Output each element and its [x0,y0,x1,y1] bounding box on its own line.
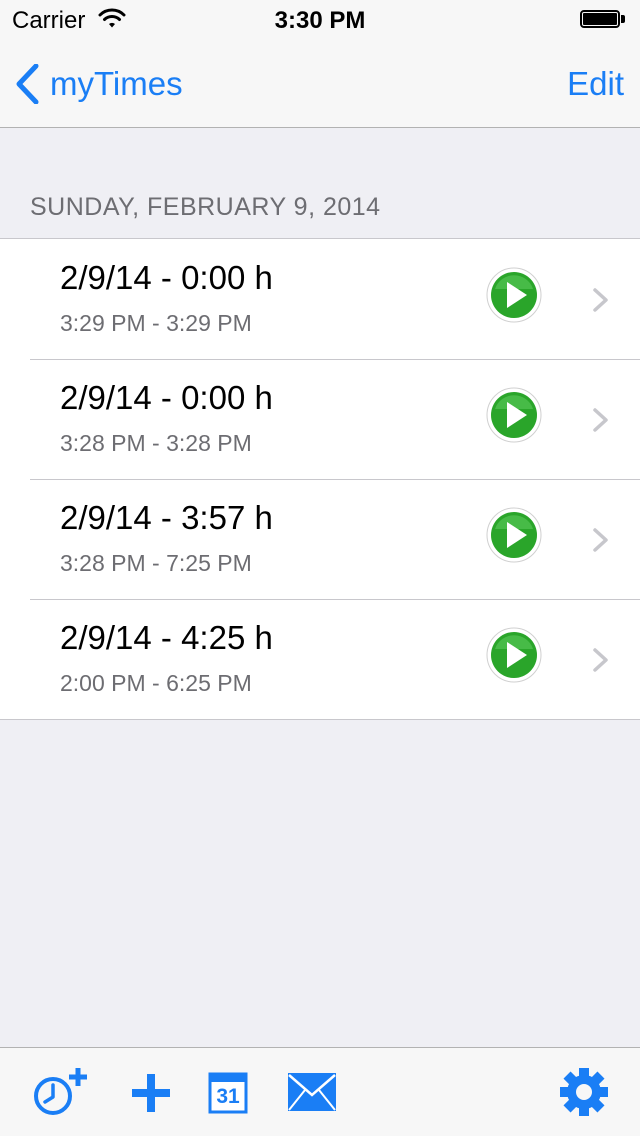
play-icon[interactable] [486,507,542,563]
calendar-day-label: 31 [216,1085,240,1108]
chevron-right-icon [593,288,608,312]
row-title: 2/9/14 - 4:25 h [60,619,273,656]
row-title: 2/9/14 - 3:57 h [60,499,273,536]
play-icon[interactable] [486,627,542,683]
row-subtitle: 2:00 PM - 6:25 PM [60,670,252,696]
section-header: SUNDAY, FEBRUARY 9, 2014 [30,193,381,221]
mail-icon[interactable] [282,1066,342,1118]
row-subtitle: 3:28 PM - 7:25 PM [60,550,252,576]
play-icon[interactable] [486,387,542,443]
back-button-label: myTimes [50,65,183,102]
table-row[interactable]: 2/9/14 - 4:25 h 2:00 PM - 6:25 PM [0,599,640,719]
battery-icon [580,10,626,30]
back-button[interactable]: myTimes [14,62,183,106]
calendar-button[interactable]: 31 [198,1066,258,1118]
status-bar: Carrier 3:30 PM [0,0,640,40]
chevron-right-icon [593,648,608,672]
add-timer-icon[interactable] [30,1066,90,1118]
chevron-right-icon [593,408,608,432]
gear-icon[interactable] [554,1066,614,1118]
time-entries-table: 2/9/14 - 0:00 h 3:29 PM - 3:29 PM 2/9/14… [0,238,640,720]
navigation-bar: myTimes Edit [0,40,640,128]
table-row[interactable]: 2/9/14 - 0:00 h 3:28 PM - 3:28 PM [0,359,640,479]
chevron-right-icon [593,528,608,552]
row-title: 2/9/14 - 0:00 h [60,379,273,416]
bottom-toolbar: 31 [0,1047,640,1136]
plus-icon[interactable] [122,1066,182,1118]
status-time: 3:30 PM [274,7,366,34]
table-row[interactable]: 2/9/14 - 3:57 h 3:28 PM - 7:25 PM [0,479,640,599]
table-row[interactable]: 2/9/14 - 0:00 h 3:29 PM - 3:29 PM [0,239,640,359]
row-title: 2/9/14 - 0:00 h [60,259,273,296]
edit-button[interactable]: Edit [567,65,624,103]
row-subtitle: 3:29 PM - 3:29 PM [60,310,252,336]
play-icon[interactable] [486,267,542,323]
row-subtitle: 3:28 PM - 3:28 PM [60,430,252,456]
chevron-left-icon [16,64,39,104]
